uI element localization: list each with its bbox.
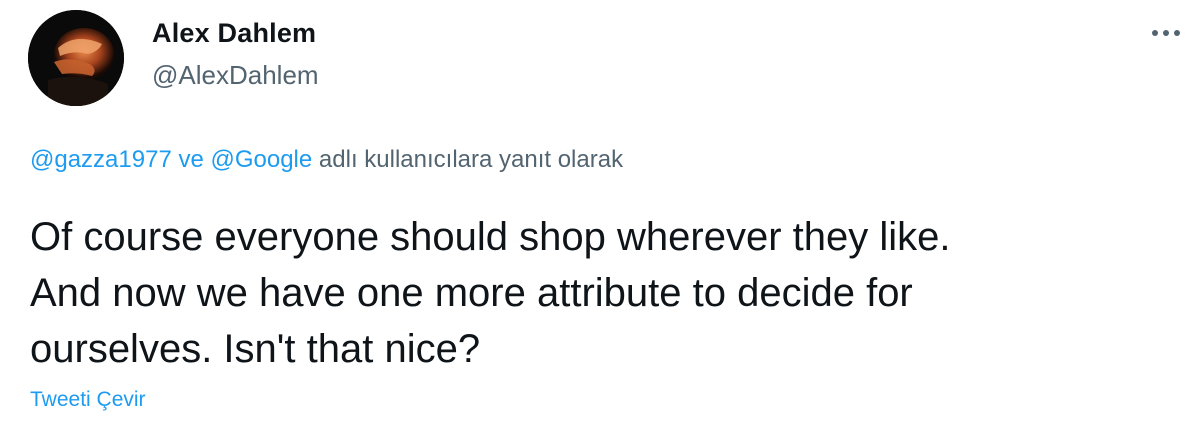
reply-connector: ve [171, 146, 211, 173]
tweet-text-line: Of course everyone should shop wherever … [30, 215, 951, 259]
tweet-text-line: And now we have one more attribute to de… [30, 271, 913, 315]
tweet-text: Of course everyone should shop wherever … [30, 209, 1160, 377]
author-handle[interactable]: @AlexDahlem [152, 60, 319, 91]
tweet-text-line: ourselves. Isn't that nice? [30, 327, 481, 371]
more-horizontal-icon [1152, 30, 1180, 36]
user-avatar-image [28, 10, 124, 106]
mention-link-google[interactable]: @Google [210, 146, 312, 173]
avatar[interactable] [28, 10, 124, 106]
translate-tweet-link[interactable]: Tweeti Çevir [30, 388, 146, 412]
reply-context: @gazza1977 ve @Google adlı kullanıcılara… [30, 146, 623, 174]
reply-suffix: adlı kullanıcılara yanıt olarak [312, 146, 624, 173]
mention-link-gazza1977[interactable]: @gazza1977 [30, 146, 172, 173]
author-display-name[interactable]: Alex Dahlem [152, 18, 316, 49]
more-options-button[interactable] [1146, 20, 1186, 46]
